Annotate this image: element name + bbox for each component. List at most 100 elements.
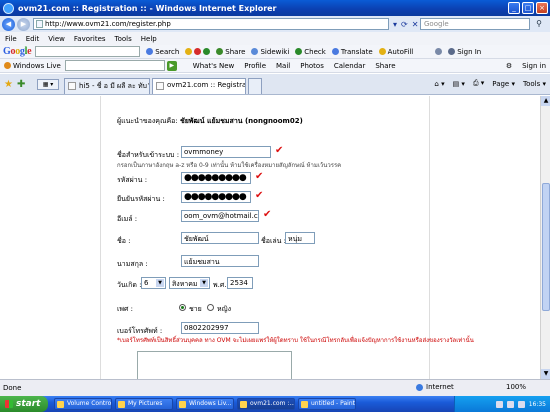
birthday-label: วันเกิด : xyxy=(117,281,142,289)
birth-day-select[interactable]: 6 ▼ xyxy=(141,277,166,289)
start-button[interactable]: start xyxy=(0,396,48,412)
search-input[interactable]: Google xyxy=(420,18,530,30)
window-title: ovm21.com :: Registration :: - Windows I… xyxy=(18,3,277,13)
windows-live-search-button[interactable]: ▶ xyxy=(166,60,177,71)
volume-icon[interactable] xyxy=(506,400,514,408)
home-icon[interactable]: ⌂ ▾ xyxy=(434,80,444,88)
plus-icon xyxy=(203,48,211,55)
minimize-button[interactable]: _ xyxy=(508,2,520,14)
gender-male-radio[interactable] xyxy=(179,304,186,311)
wl-signin-link[interactable]: Sign in xyxy=(522,62,546,70)
stop-icon[interactable]: ✕ xyxy=(412,20,419,29)
tools-menu-button[interactable]: Tools ▾ xyxy=(523,80,546,88)
birth-month-select[interactable]: สิงหาคม ▼ xyxy=(169,277,210,289)
google-signin-button[interactable]: Sign In xyxy=(448,48,481,56)
birth-year-prefix: พ.ศ. xyxy=(213,281,227,289)
nickname-field[interactable]: หนุ่ม xyxy=(285,232,315,244)
search-icon[interactable]: ⚲ xyxy=(532,18,546,30)
menu-tools[interactable]: Tools xyxy=(115,35,132,43)
share-icon xyxy=(216,48,224,55)
network-icon[interactable] xyxy=(495,400,503,408)
username-field[interactable]: ovmmoney xyxy=(181,146,271,158)
maximize-button[interactable]: □ xyxy=(522,2,534,14)
valid-check-icon: ✔ xyxy=(275,145,284,156)
autofill-icon xyxy=(378,48,386,55)
phone-field[interactable]: 0802202997 xyxy=(181,322,259,334)
page-menu-button[interactable]: Page ▾ xyxy=(492,80,515,88)
back-button[interactable]: ◀ xyxy=(2,17,15,31)
page-icon xyxy=(68,82,76,90)
password-field[interactable]: ●●●●●●●●● xyxy=(181,172,251,184)
surname-field[interactable]: แย้มชมสาน xyxy=(181,255,259,267)
menu-favorites[interactable]: Favorites xyxy=(74,35,106,43)
windows-live-search-input[interactable] xyxy=(64,60,165,71)
first-name-field[interactable]: ชัยพัฒน์ xyxy=(181,232,259,244)
forward-button[interactable]: ▶ xyxy=(17,17,30,31)
vertical-scrollbar[interactable]: ▲ ▼ xyxy=(540,96,550,379)
favorites-star-icon[interactable]: ★ xyxy=(4,79,13,90)
taskbar-item[interactable]: untitled - Paint xyxy=(298,398,356,410)
globe-icon xyxy=(416,383,423,391)
feeds-icon[interactable]: ▤ ▾ xyxy=(453,80,465,88)
google-search-button[interactable]: Search xyxy=(146,48,179,56)
chevron-down-icon: ▼ xyxy=(200,279,208,287)
wl-link-profile[interactable]: Profile xyxy=(244,62,266,70)
scroll-up-icon[interactable]: ▲ xyxy=(541,96,550,106)
referrer-greeting: ผู้แนะนำของคุณคือ: ชัยพัฒน์ แย้มชมสาน (n… xyxy=(117,117,303,125)
menu-file[interactable]: File xyxy=(5,35,17,43)
mail-icon xyxy=(194,48,202,55)
wl-link-share[interactable]: Share xyxy=(375,62,395,70)
page-viewport: ผู้แนะนำของคุณคือ: ชัยพัฒน์ แย้มชมสาน (n… xyxy=(0,96,540,379)
google-sidewiki-button[interactable]: Sidewiki xyxy=(251,48,289,56)
wl-link-whats-new[interactable]: What's New xyxy=(193,62,234,70)
wl-link-calendar[interactable]: Calendar xyxy=(334,62,365,70)
wl-settings-icon[interactable]: ⚙ xyxy=(506,62,512,70)
taskbar-item[interactable]: Windows Liv... xyxy=(176,398,234,410)
chevron-down-icon: ▼ xyxy=(156,279,164,287)
taskbar-item[interactable]: ovm21.com :... xyxy=(237,398,295,410)
birth-year-field[interactable]: 2534 xyxy=(227,277,253,289)
gender-female-radio[interactable] xyxy=(207,304,214,311)
additional-textarea[interactable] xyxy=(137,351,292,379)
menu-edit[interactable]: Edit xyxy=(26,35,40,43)
confirm-password-field[interactable]: ●●●●●●●●● xyxy=(181,191,251,203)
google-share-button[interactable]: Share xyxy=(216,48,245,56)
address-bar[interactable]: http://www.ovm21.com/register.php xyxy=(33,18,389,30)
quick-tabs-button[interactable]: ▦ ▾ xyxy=(37,79,59,90)
menu-view[interactable]: View xyxy=(48,35,65,43)
new-tab-button[interactable] xyxy=(248,78,262,94)
tab-ovm21-registration[interactable]: ovm21.com :: Registratio...× xyxy=(152,78,246,94)
refresh-icon[interactable]: ⟳ xyxy=(401,20,408,29)
gender-female-label: หญิง xyxy=(217,305,231,313)
check-icon xyxy=(295,48,303,55)
status-bar: Done Internet 100% xyxy=(0,379,550,396)
google-logo: Google xyxy=(3,46,32,57)
taskbar-item[interactable]: Volume Control xyxy=(54,398,112,410)
address-row: ◀ ▶ http://www.ovm21.com/register.php ▾ … xyxy=(0,16,550,32)
taskbar-item[interactable]: My Pictures xyxy=(115,398,173,410)
windows-flag-icon xyxy=(5,400,13,408)
google-check-button[interactable]: Check xyxy=(295,48,326,56)
dropdown-icon[interactable]: ▾ xyxy=(393,20,397,29)
email-field[interactable]: oom_ovm@hotmail.com xyxy=(181,210,259,222)
wl-link-mail[interactable]: Mail xyxy=(276,62,290,70)
google-bar-icons[interactable] xyxy=(185,48,211,55)
tab-hi5[interactable]: hi5 - ชื่ อ มี ผลื ละ ทับ™... xyxy=(64,78,150,94)
scroll-thumb[interactable] xyxy=(542,183,550,311)
google-autofill-button[interactable]: AutoFill xyxy=(378,48,413,56)
scroll-down-icon[interactable]: ▼ xyxy=(541,369,550,379)
print-icon[interactable]: ⎙ ▾ xyxy=(473,79,484,88)
google-settings-button[interactable] xyxy=(435,48,443,55)
page-icon xyxy=(36,20,43,28)
close-button[interactable]: × xyxy=(536,2,548,14)
menu-help[interactable]: Help xyxy=(141,35,157,43)
zoom-level[interactable]: 100% xyxy=(506,383,526,391)
google-search-input[interactable] xyxy=(35,46,141,57)
sidewiki-icon xyxy=(251,48,259,55)
google-toolbar: Google Search Share Sidewiki Check Trans… xyxy=(0,45,550,59)
add-favorites-icon[interactable]: ✚ xyxy=(17,79,25,90)
windows-live-logo: Windows Live xyxy=(4,62,61,70)
messenger-icon[interactable] xyxy=(517,400,525,408)
wl-link-photos[interactable]: Photos xyxy=(300,62,324,70)
google-translate-button[interactable]: Translate xyxy=(331,48,373,56)
